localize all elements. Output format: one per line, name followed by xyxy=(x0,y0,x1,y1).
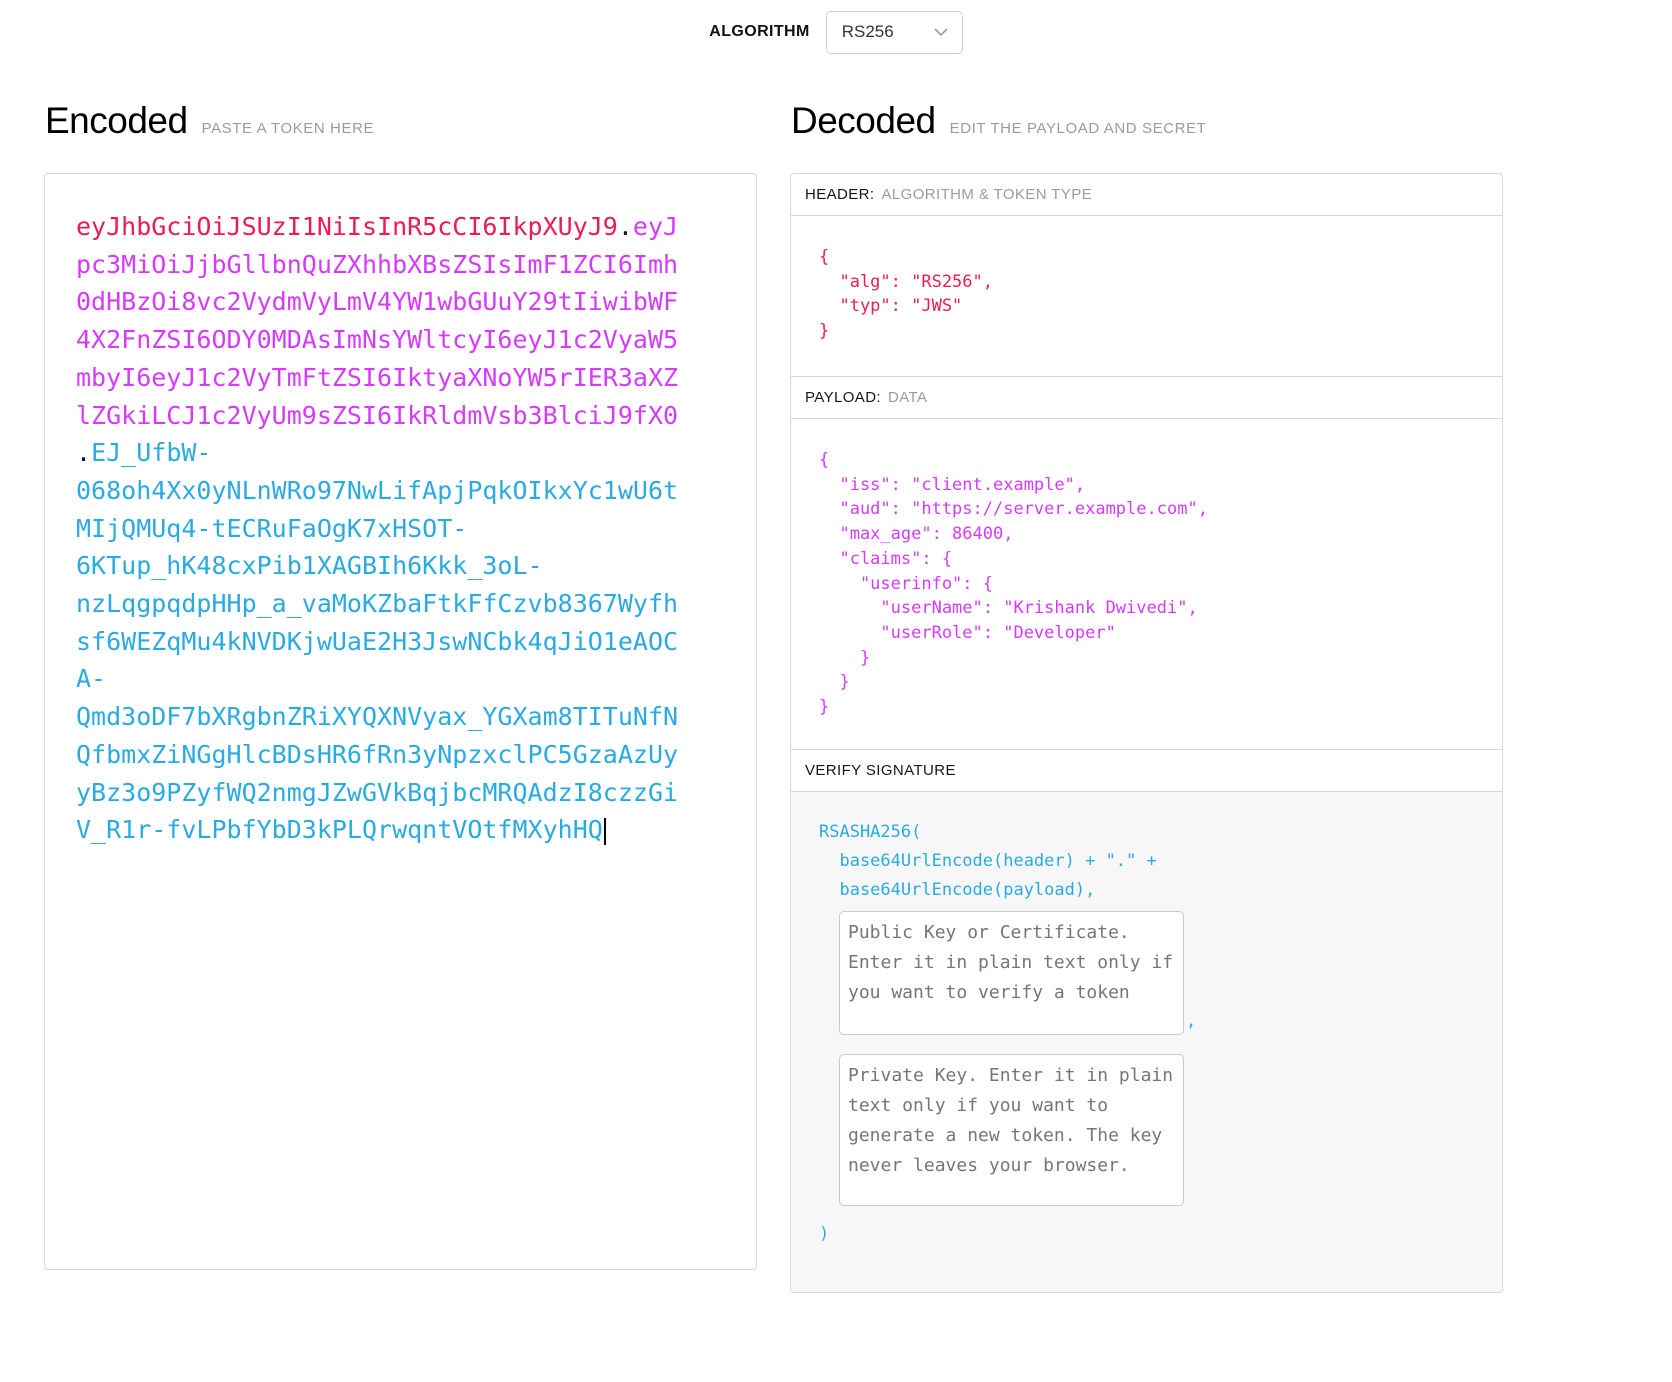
algorithm-select[interactable]: RS256 xyxy=(825,10,963,54)
encoded-title-text: Encoded xyxy=(45,100,188,141)
public-key-input[interactable] xyxy=(839,911,1184,1035)
verify-signature-body: RSASHA256( base64UrlEncode(header) + "."… xyxy=(791,792,1502,1292)
jwt-signature-segment: EJ_UfbW-068oh4Xx0yNLnWRo97NwLifApjPqkOIk… xyxy=(76,438,679,845)
decoded-panel: HEADER: ALGORITHM & TOKEN TYPE { "alg": … xyxy=(790,173,1503,1293)
decoded-title-text: Decoded xyxy=(791,100,936,141)
payload-section-label-row: PAYLOAD: DATA xyxy=(791,377,1502,419)
verify-signature-section: VERIFY SIGNATURE RSASHA256( base64UrlEnc… xyxy=(791,749,1502,1292)
decoded-header-json[interactable]: { "alg": "RS256", "typ": "JWS" } xyxy=(791,216,1502,376)
jwt-separator-dot: . xyxy=(76,438,92,468)
jwt-token: eyJhbGciOiJSUzI1NiIsInR5cCI6IkpXUyJ9.eyJ… xyxy=(76,208,679,849)
header-section-sublabel: ALGORITHM & TOKEN TYPE xyxy=(881,186,1093,203)
payload-section-sublabel: DATA xyxy=(888,389,928,406)
verify-signature-label: VERIFY SIGNATURE xyxy=(805,762,956,779)
encoded-subtitle: PASTE A TOKEN HERE xyxy=(201,120,375,137)
jwt-separator-dot: . xyxy=(617,212,633,241)
header-section-label-row: HEADER: ALGORITHM & TOKEN TYPE xyxy=(791,174,1502,216)
text-cursor xyxy=(603,817,606,845)
algorithm-bar: ALGORITHM RS256 xyxy=(0,0,1672,58)
signature-code-close: ) xyxy=(819,1224,830,1244)
payload-section-label: PAYLOAD: xyxy=(805,389,882,406)
debugger-columns: Encoded PASTE A TOKEN HERE eyJhbGciOiJSU… xyxy=(0,100,1672,1293)
decoded-payload-json[interactable]: { "iss": "client.example", "aud": "https… xyxy=(791,419,1502,749)
verify-signature-label-row: VERIFY SIGNATURE xyxy=(791,750,1502,792)
decoded-column: Decoded EDIT THE PAYLOAD AND SECRET HEAD… xyxy=(790,100,1503,1293)
encoded-title: Encoded PASTE A TOKEN HERE xyxy=(45,100,757,142)
jwt-header-segment: eyJhbGciOiJSUzI1NiIsInR5cCI6IkpXUyJ9 xyxy=(76,212,618,241)
signature-code-comma: , xyxy=(1186,1011,1197,1031)
private-key-row xyxy=(819,1041,1486,1206)
chevron-down-icon xyxy=(934,27,948,37)
encoded-column: Encoded PASTE A TOKEN HERE eyJhbGciOiJSU… xyxy=(44,100,757,1270)
public-key-row: , xyxy=(819,911,1486,1035)
signature-code-top: RSASHA256( base64UrlEncode(header) + "."… xyxy=(819,822,1157,900)
algorithm-label: ALGORITHM xyxy=(709,23,810,40)
encoded-token-editor[interactable]: eyJhbGciOiJSUzI1NiIsInR5cCI6IkpXUyJ9.eyJ… xyxy=(44,173,757,1270)
decoded-subtitle: EDIT THE PAYLOAD AND SECRET xyxy=(949,120,1207,137)
algorithm-selected-value: RS256 xyxy=(841,22,894,41)
jwt-payload-segment: eyJpc3MiOiJjbGllbnQuZXhhbXBsZSIsImF1ZCI6… xyxy=(76,212,679,430)
header-section: HEADER: ALGORITHM & TOKEN TYPE { "alg": … xyxy=(791,174,1502,376)
payload-section: PAYLOAD: DATA { "iss": "client.example",… xyxy=(791,376,1502,749)
decoded-title: Decoded EDIT THE PAYLOAD AND SECRET xyxy=(791,100,1503,142)
header-section-label: HEADER: xyxy=(805,186,875,203)
private-key-input[interactable] xyxy=(839,1054,1184,1206)
